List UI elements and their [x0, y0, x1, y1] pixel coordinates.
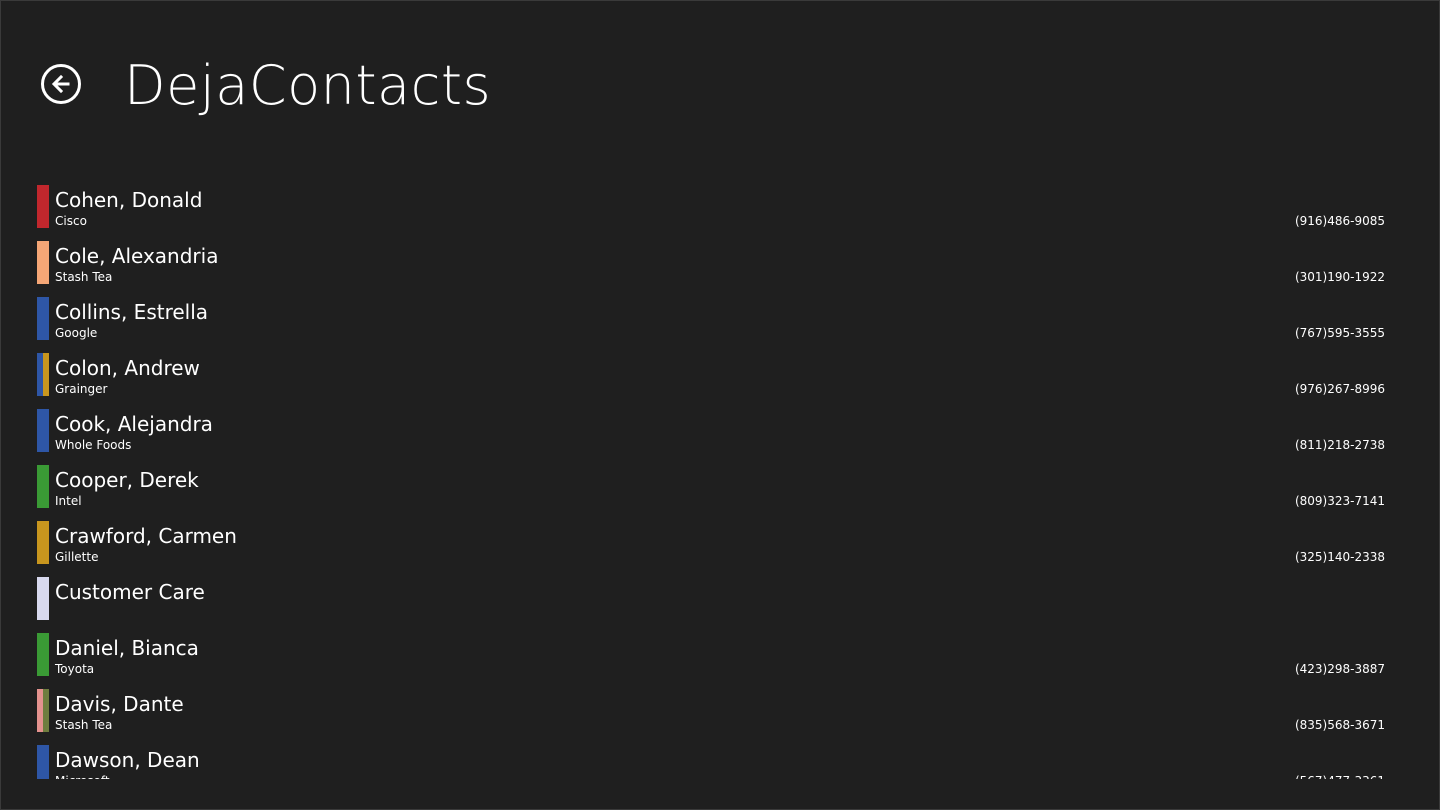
contact-name: Cohen, Donald: [55, 188, 203, 212]
contact-phone: (976)267-8996: [1294, 382, 1385, 396]
contact-name: Dawson, Dean: [55, 748, 200, 772]
contact-name: Cole, Alexandria: [55, 244, 219, 268]
contact-item[interactable]: Cohen, Donald Cisco (916)486-9085: [37, 184, 1397, 228]
contact-item[interactable]: Collins, Estrella Google (767)595-3555: [37, 296, 1397, 340]
contact-company: Stash Tea: [55, 718, 113, 732]
contact-name: Collins, Estrella: [55, 300, 209, 324]
contact-company: Microsoft: [55, 773, 110, 779]
contact-color-tile: [37, 185, 49, 228]
app-window: DejaContacts Cohen, Donald Cisco (916)486-…: [0, 0, 1440, 810]
contact-name: Cook, Alejandra: [55, 412, 213, 436]
contact-phone: (767)595-3555: [1294, 326, 1385, 340]
contact-list[interactable]: Cohen, Donald Cisco (916)486-9085 Cole, Ale…: [1, 183, 1439, 779]
contact-phone: (811)218-2738: [1294, 438, 1385, 452]
contact-item[interactable]: Cooper, Derek Intel (809)323-7141: [37, 464, 1397, 508]
contact-company: Google: [55, 326, 98, 340]
contact-item[interactable]: Colon, Andrew Grainger (976)267-8996: [37, 352, 1397, 396]
contact-name: Customer Care: [55, 580, 205, 604]
contact-phone: (423)298-3887: [1294, 662, 1385, 676]
contact-company: Gillette: [55, 550, 99, 564]
contact-item[interactable]: Daniel, Bianca Toyota (423)298-3887: [37, 632, 1397, 676]
contact-phone: (809)323-7141: [1294, 494, 1385, 508]
contact-phone: (835)568-3671: [1294, 718, 1385, 732]
contact-color-tile: [37, 577, 49, 620]
contact-item[interactable]: Dawson, DeanMicrosoft (567)477-3361: [37, 744, 1397, 779]
contact-item[interactable]: Cook, Alejandra Whole Foods (811)218-2738: [37, 408, 1397, 452]
contact-name: Colon, Andrew: [55, 356, 200, 380]
contact-item[interactable]: Customer Care: [37, 576, 1397, 620]
contact-color-tile: [37, 297, 49, 340]
contact-color-tile: [37, 465, 49, 508]
contact-company: Cisco: [55, 214, 87, 228]
contact-phone: (325)140-2338: [1294, 550, 1385, 564]
contact-color-tile: [37, 241, 49, 284]
contact-color-tile: [37, 745, 49, 779]
page-title: DejaContacts: [124, 54, 492, 117]
contact-phone: (301)190-1922: [1294, 270, 1385, 284]
contact-color-tile: [37, 409, 49, 452]
contact-name: Daniel, Bianca: [55, 636, 199, 660]
contact-color-tile: [37, 689, 49, 732]
contact-name: Cooper, Derek: [55, 468, 199, 492]
contact-phone: (916)486-9085: [1294, 214, 1385, 228]
contact-company: Intel: [55, 494, 82, 508]
contact-color-tile: [37, 633, 49, 676]
contact-item[interactable]: Davis, Dante Stash Tea (835)568-3671: [37, 688, 1397, 732]
contact-company: Whole Foods: [55, 438, 132, 452]
contact-item[interactable]: Cole, Alexandria Stash Tea (301)190-1922: [37, 240, 1397, 284]
contact-company: Stash Tea: [55, 270, 113, 284]
page-header: DejaContacts: [1, 1, 1439, 141]
back-arrow-icon: [49, 72, 73, 96]
contact-company: Grainger: [55, 382, 108, 396]
contact-name: Crawford, Carmen: [55, 524, 237, 548]
contact-color-tile: [37, 521, 49, 564]
contact-company: Toyota: [55, 662, 95, 676]
contact-item[interactable]: Crawford, Carmen Gillette (325)140-2338: [37, 520, 1397, 564]
contact-color-tile: [37, 353, 49, 396]
contact-phone: (567)477-3361: [1295, 773, 1385, 779]
back-button[interactable]: [41, 64, 81, 104]
contact-name: Davis, Dante: [55, 692, 184, 716]
